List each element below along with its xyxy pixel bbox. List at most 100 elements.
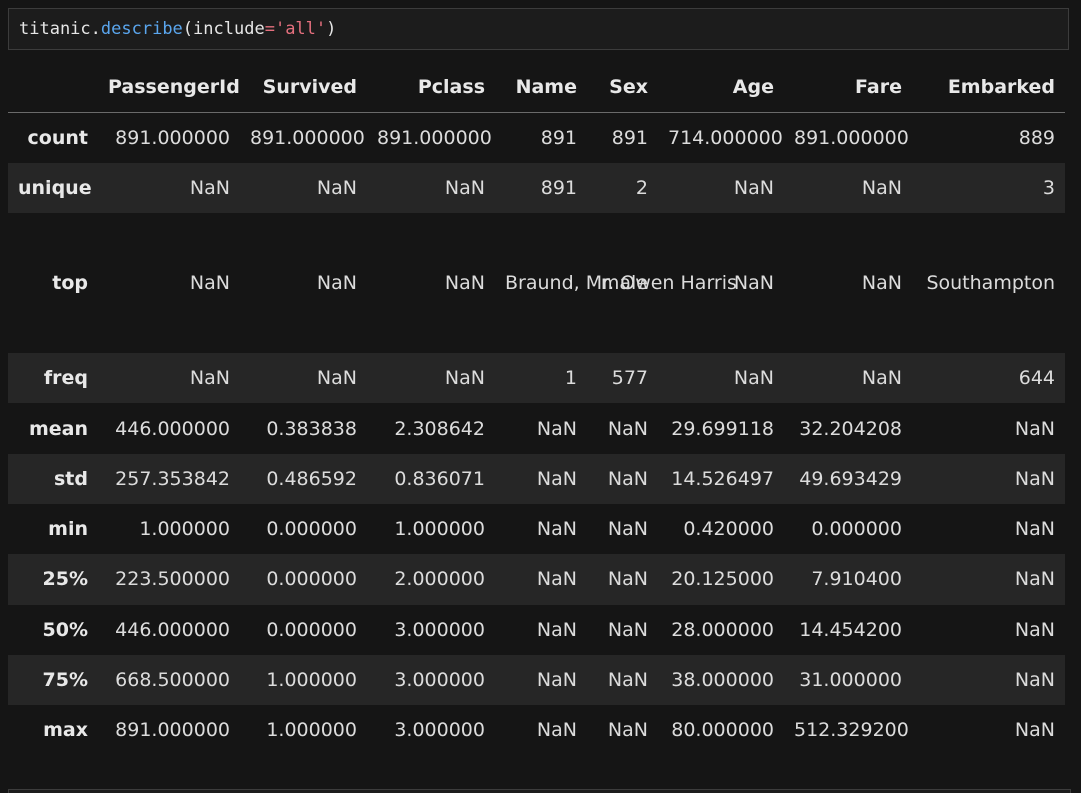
table-cell: NaN bbox=[536, 669, 577, 692]
table-cell: 3.000000 bbox=[394, 618, 485, 641]
table-cell: 891.000000 bbox=[377, 126, 492, 149]
table-cell: 644 bbox=[1018, 367, 1055, 390]
code-method: describe bbox=[100, 19, 183, 39]
column-header: Sex bbox=[587, 60, 658, 113]
table-cell: 512.329200 bbox=[794, 719, 909, 742]
table-cell: 1.000000 bbox=[266, 719, 357, 742]
table-cell: 446.000000 bbox=[115, 618, 230, 641]
column-header: Embarked bbox=[912, 60, 1065, 113]
table-cell: NaN bbox=[607, 568, 648, 591]
table-cell: 0.486592 bbox=[266, 467, 357, 490]
table-cell: 7.910400 bbox=[811, 568, 902, 591]
table-cell: 891.000000 bbox=[250, 126, 365, 149]
table-cell: 889 bbox=[1018, 126, 1055, 149]
row-index-label: min bbox=[48, 518, 88, 541]
row-index-label: top bbox=[52, 272, 88, 295]
table-cell: NaN bbox=[733, 176, 774, 199]
table-cell: 891.000000 bbox=[115, 126, 230, 149]
table-row: max 891.000000 1.000000 3.000000 NaN NaN… bbox=[8, 705, 1065, 756]
table-cell: 891 bbox=[540, 126, 577, 149]
table-cell: NaN bbox=[607, 618, 648, 641]
table-cell: 0.383838 bbox=[266, 417, 357, 440]
row-index-label: mean bbox=[28, 417, 88, 440]
table-cell: 28.000000 bbox=[671, 618, 774, 641]
table-cell: NaN bbox=[316, 272, 357, 295]
table-cell: NaN bbox=[536, 518, 577, 541]
table-row: 75% 668.500000 1.000000 3.000000 NaN NaN… bbox=[8, 654, 1065, 706]
table-cell: 0.000000 bbox=[266, 618, 357, 641]
table-cell: 3 bbox=[1042, 176, 1055, 199]
column-header: Pclass bbox=[367, 60, 495, 113]
row-index-label: std bbox=[54, 467, 88, 490]
table-cell: NaN bbox=[1014, 467, 1055, 490]
table-header-row: PassengerId Survived Pclass Name Sex Age… bbox=[8, 60, 1065, 113]
table-cell: 0.000000 bbox=[811, 518, 902, 541]
column-header: Age bbox=[658, 60, 784, 113]
table-cell: 714.000000 bbox=[668, 126, 783, 149]
table-cell: 1.000000 bbox=[266, 669, 357, 692]
table-cell: 3.000000 bbox=[394, 719, 485, 742]
table-cell: 20.125000 bbox=[671, 568, 774, 591]
table-cell: 891.000000 bbox=[115, 719, 230, 742]
table-cell: NaN bbox=[1014, 568, 1055, 591]
code-open-paren: ( bbox=[182, 19, 194, 39]
table-cell: 891 bbox=[611, 126, 648, 149]
table-row: unique NaN NaN NaN 891 2 NaN NaN 3 bbox=[8, 162, 1065, 214]
table-cell: NaN bbox=[861, 272, 902, 295]
table-row: freq NaN NaN NaN 1 577 NaN NaN 644 bbox=[8, 353, 1065, 404]
table-cell: NaN bbox=[189, 272, 230, 295]
table-cell: NaN bbox=[189, 176, 230, 199]
table-cell: 29.699118 bbox=[671, 417, 774, 440]
table-row: 25% 223.500000 0.000000 2.000000 NaN NaN… bbox=[8, 554, 1065, 605]
table-cell: 223.500000 bbox=[115, 568, 230, 591]
index-header bbox=[8, 60, 98, 113]
table-cell: NaN bbox=[1014, 417, 1055, 440]
column-header: Name bbox=[495, 60, 587, 113]
table-cell: NaN bbox=[189, 367, 230, 390]
table-cell: NaN bbox=[607, 518, 648, 541]
table-cell: Braund, Mr. Owen Harris bbox=[505, 272, 737, 295]
table-cell: NaN bbox=[733, 367, 774, 390]
table-cell: 0.420000 bbox=[683, 518, 774, 541]
table-cell: NaN bbox=[316, 176, 357, 199]
next-code-cell[interactable] bbox=[8, 789, 1071, 793]
row-index-label: freq bbox=[43, 367, 88, 390]
row-index-label: max bbox=[43, 719, 88, 742]
table-cell: 31.000000 bbox=[799, 669, 902, 692]
table-row: mean 446.000000 0.383838 2.308642 NaN Na… bbox=[8, 403, 1065, 454]
row-index-label: 75% bbox=[42, 669, 88, 692]
table-cell: NaN bbox=[444, 272, 485, 295]
table-cell: 38.000000 bbox=[671, 669, 774, 692]
table-cell: 891.000000 bbox=[794, 126, 909, 149]
row-index-label: 25% bbox=[42, 568, 88, 591]
table-cell: 1.000000 bbox=[139, 518, 230, 541]
table-cell: NaN bbox=[444, 176, 485, 199]
table-cell: NaN bbox=[1014, 618, 1055, 641]
table-cell: NaN bbox=[444, 367, 485, 390]
table-cell: 32.204208 bbox=[799, 417, 902, 440]
table-cell: 14.454200 bbox=[799, 618, 902, 641]
table-cell: Southampton bbox=[926, 272, 1055, 295]
code-kwarg: include bbox=[193, 19, 265, 39]
table-cell: NaN bbox=[861, 367, 902, 390]
table-cell: 577 bbox=[611, 367, 648, 390]
table-cell: NaN bbox=[607, 719, 648, 742]
table-row: min 1.000000 0.000000 1.000000 NaN NaN 0… bbox=[8, 503, 1065, 555]
table-cell: NaN bbox=[607, 417, 648, 440]
table-cell: NaN bbox=[316, 367, 357, 390]
table-cell: NaN bbox=[536, 417, 577, 440]
table-cell: 257.353842 bbox=[115, 467, 230, 490]
table-cell: 1 bbox=[564, 367, 577, 390]
table-cell: NaN bbox=[1014, 669, 1055, 692]
table-cell: 2.308642 bbox=[394, 417, 485, 440]
table-cell: NaN bbox=[607, 467, 648, 490]
row-index-label: count bbox=[27, 126, 88, 149]
code-cell-input[interactable]: titanic.describe(include='all') bbox=[8, 8, 1069, 50]
code-dot: . bbox=[90, 19, 101, 39]
table-cell: NaN bbox=[1014, 518, 1055, 541]
table-cell: 80.000000 bbox=[671, 719, 774, 742]
row-index-label: 50% bbox=[42, 618, 88, 641]
table-cell: 0.000000 bbox=[266, 568, 357, 591]
table-cell: 668.500000 bbox=[115, 669, 230, 692]
code-object: titanic bbox=[19, 19, 91, 39]
